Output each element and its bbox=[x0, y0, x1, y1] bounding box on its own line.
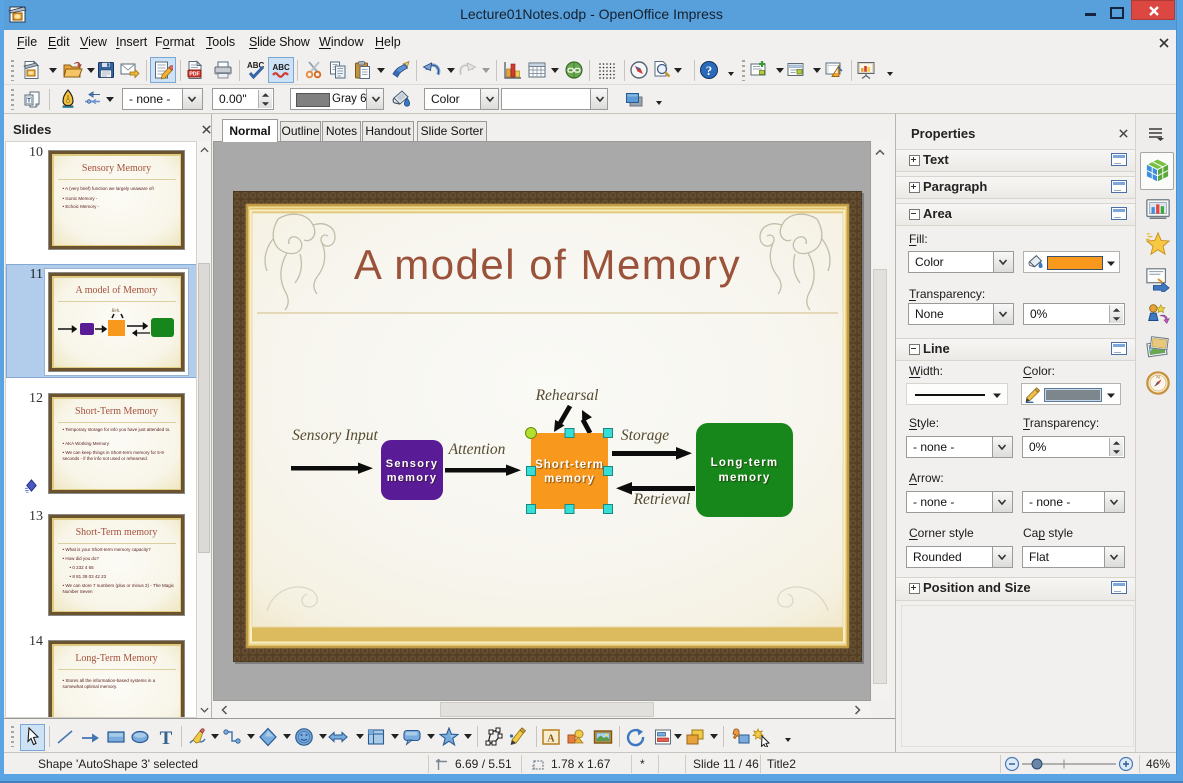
svg-text:?: ? bbox=[706, 64, 712, 78]
svg-text:N: N bbox=[1156, 374, 1159, 379]
svg-text:A: A bbox=[547, 734, 555, 745]
svg-text:PDF: PDF bbox=[189, 72, 199, 78]
svg-text:Reh.: Reh. bbox=[110, 309, 120, 314]
svg-text:T: T bbox=[160, 728, 173, 748]
svg-text:ABC: ABC bbox=[273, 63, 291, 72]
